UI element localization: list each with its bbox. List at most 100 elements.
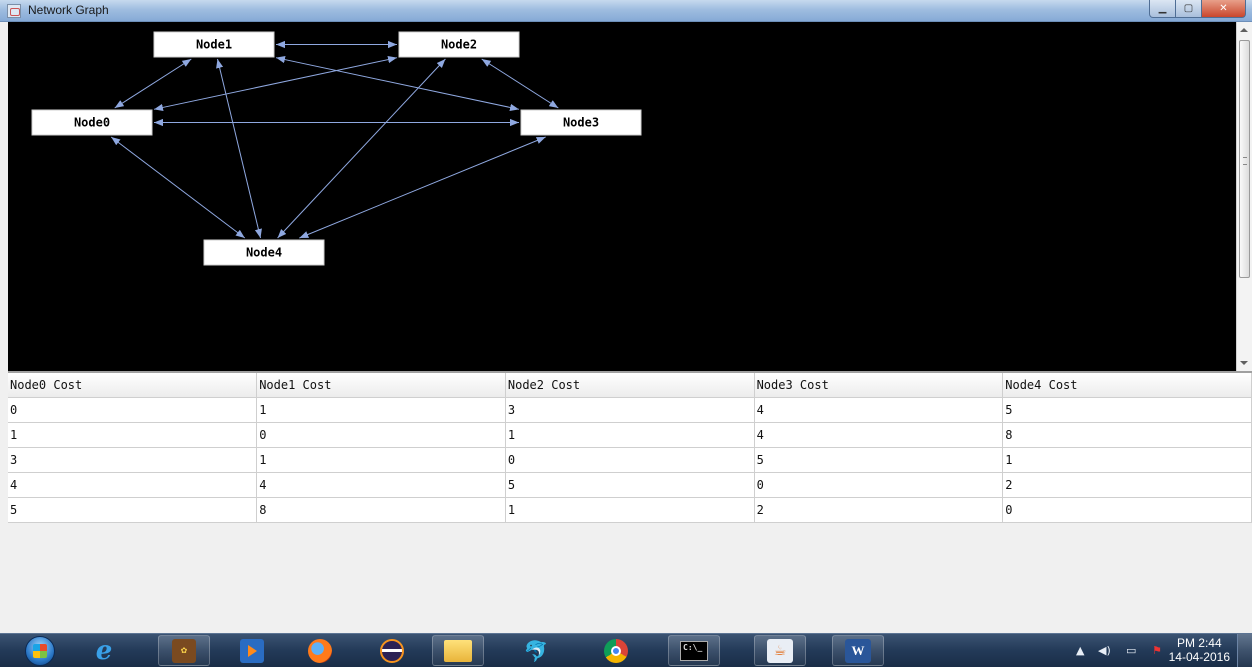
taskbar-internet-explorer[interactable]: e bbox=[78, 635, 130, 666]
graph-edge-node2-node4 bbox=[277, 58, 446, 239]
volume-icon[interactable]: ◀) bbox=[1098, 644, 1111, 657]
table-cell[interactable]: 4 bbox=[754, 422, 1004, 448]
system-tray: ▲ ◀) ▭ ⚑ PM 2:44 14-04-2016 bbox=[1022, 634, 1252, 667]
table-cell[interactable]: 0 bbox=[1002, 497, 1252, 523]
chrome-icon bbox=[604, 638, 628, 663]
graph-node-label: Node4 bbox=[246, 246, 282, 260]
table-cell[interactable]: 1 bbox=[256, 447, 506, 473]
minimize-button[interactable]: ▁ bbox=[1149, 0, 1176, 18]
table-cell[interactable]: 0 bbox=[8, 397, 258, 423]
table-cell[interactable]: 1 bbox=[256, 397, 506, 423]
graph-svg: Node1 Node2 Node0 Node3 Node4 bbox=[31, 31, 642, 266]
java-app-icon bbox=[7, 4, 21, 18]
eclipse-icon bbox=[380, 638, 404, 663]
table-cell[interactable]: 4 bbox=[256, 472, 506, 498]
taskbar-eclipse[interactable] bbox=[366, 635, 418, 666]
table-row[interactable]: 0 1 3 4 5 bbox=[8, 397, 1252, 423]
taskbar-file-explorer[interactable] bbox=[432, 635, 484, 666]
table-cell[interactable]: 0 bbox=[505, 447, 755, 473]
table-cell[interactable]: 5 bbox=[1002, 397, 1252, 423]
taskbar-command-prompt[interactable]: C:\_ bbox=[668, 635, 720, 666]
scroll-thumb[interactable] bbox=[1239, 40, 1250, 278]
graph-edge-node2-node0 bbox=[153, 56, 398, 111]
table-cell[interactable]: 2 bbox=[1002, 472, 1252, 498]
table-row[interactable]: 4 4 5 0 2 bbox=[8, 472, 1252, 498]
table-cell[interactable]: 0 bbox=[256, 422, 506, 448]
folder-icon bbox=[444, 639, 472, 662]
graph-node-label: Node1 bbox=[196, 38, 232, 52]
start-button[interactable] bbox=[14, 635, 66, 666]
title-bar: Network Graph ▁ ▢ ✕ bbox=[0, 0, 1252, 22]
graph-edge-node1-node4 bbox=[216, 58, 262, 239]
graph-node-node3[interactable]: Node3 bbox=[520, 109, 642, 136]
taskbar-chrome[interactable] bbox=[590, 635, 642, 666]
table-cell[interactable]: 1 bbox=[8, 422, 258, 448]
window-title: Network Graph bbox=[28, 3, 109, 17]
show-hidden-icons-icon[interactable]: ▲ bbox=[1076, 644, 1084, 657]
graph-edge-node2-node3 bbox=[481, 58, 559, 109]
taskbar-word[interactable]: W bbox=[832, 635, 884, 666]
netbeans-icon: ✿ bbox=[172, 638, 196, 663]
show-desktop-button[interactable] bbox=[1237, 634, 1252, 667]
table-cell[interactable]: 1 bbox=[1002, 447, 1252, 473]
network-icon[interactable]: ▭ bbox=[1126, 644, 1136, 657]
mysql-dolphin-icon: 🐬 bbox=[523, 638, 549, 663]
scroll-up-arrow-icon[interactable] bbox=[1240, 28, 1248, 32]
table-cell[interactable]: 4 bbox=[8, 472, 258, 498]
taskbar-clock[interactable]: PM 2:44 14-04-2016 bbox=[1169, 636, 1230, 664]
column-header[interactable]: Node1 Cost bbox=[256, 373, 506, 398]
table-cell[interactable]: 5 bbox=[8, 497, 258, 523]
scroll-down-arrow-icon[interactable] bbox=[1240, 361, 1248, 365]
table-header-row: Node0 Cost Node1 Cost Node2 Cost Node3 C… bbox=[8, 373, 1252, 398]
java-icon: ☕ bbox=[767, 638, 793, 663]
taskbar-mysql[interactable]: 🐬 bbox=[510, 635, 562, 666]
firefox-icon bbox=[308, 638, 332, 663]
windows-taskbar: e ✿ 🐬 C:\_ ☕ W ▲ ◀) ▭ ⚑ PM 2:44 14-04-20… bbox=[0, 633, 1252, 667]
table-cell[interactable]: 3 bbox=[505, 397, 755, 423]
table-cell[interactable]: 2 bbox=[754, 497, 1004, 523]
table-cell[interactable]: 5 bbox=[505, 472, 755, 498]
graph-node-label: Node2 bbox=[441, 38, 477, 52]
taskbar-media-player[interactable] bbox=[226, 635, 278, 666]
taskbar-java-app[interactable]: ☕ bbox=[754, 635, 806, 666]
table-cell[interactable]: 8 bbox=[256, 497, 506, 523]
graph-node-label: Node3 bbox=[563, 116, 599, 130]
maximize-button[interactable]: ▢ bbox=[1176, 0, 1202, 18]
graph-node-node1[interactable]: Node1 bbox=[153, 31, 275, 58]
table-cell[interactable]: 4 bbox=[754, 397, 1004, 423]
table-cell[interactable]: 1 bbox=[505, 422, 755, 448]
graph-node-label: Node0 bbox=[74, 116, 110, 130]
close-button[interactable]: ✕ bbox=[1202, 0, 1246, 18]
table-cell[interactable]: 1 bbox=[505, 497, 755, 523]
clock-date: 14-04-2016 bbox=[1168, 650, 1230, 664]
graph-edge-node1-node0 bbox=[114, 58, 192, 109]
media-player-icon bbox=[240, 638, 264, 663]
table-cell[interactable]: 0 bbox=[754, 472, 1004, 498]
column-header[interactable]: Node4 Cost bbox=[1002, 373, 1252, 398]
graph-vertical-scrollbar[interactable] bbox=[1236, 22, 1252, 371]
column-header[interactable]: Node0 Cost bbox=[8, 373, 258, 398]
network-graph-canvas: Node1 Node2 Node0 Node3 Node4 bbox=[8, 22, 1236, 371]
column-header[interactable]: Node2 Cost bbox=[505, 373, 755, 398]
table-cell[interactable]: 8 bbox=[1002, 422, 1252, 448]
table-cell[interactable]: 3 bbox=[8, 447, 258, 473]
taskbar-firefox[interactable] bbox=[294, 635, 346, 666]
graph-node-node0[interactable]: Node0 bbox=[31, 109, 153, 136]
graph-node-node2[interactable]: Node2 bbox=[398, 31, 520, 58]
graph-node-node4[interactable]: Node4 bbox=[203, 239, 325, 266]
internet-explorer-icon: e bbox=[95, 635, 113, 666]
cost-table-panel: Node0 Cost Node1 Cost Node2 Cost Node3 C… bbox=[8, 371, 1252, 633]
table-row[interactable]: 5 8 1 2 0 bbox=[8, 497, 1252, 523]
action-center-flag-icon[interactable]: ⚑ bbox=[1152, 644, 1162, 657]
table-row[interactable]: 3 1 0 5 1 bbox=[8, 447, 1252, 473]
word-icon: W bbox=[845, 638, 871, 663]
graph-edge-node1-node3 bbox=[275, 56, 520, 111]
command-prompt-icon: C:\_ bbox=[680, 640, 708, 661]
table-cell[interactable]: 5 bbox=[754, 447, 1004, 473]
table-row[interactable]: 1 0 1 4 8 bbox=[8, 422, 1252, 448]
window-controls: ▁ ▢ ✕ bbox=[1149, 0, 1246, 18]
cost-table: Node0 Cost Node1 Cost Node2 Cost Node3 C… bbox=[8, 373, 1252, 523]
graph-edge-node0-node4 bbox=[110, 136, 246, 239]
taskbar-netbeans[interactable]: ✿ bbox=[158, 635, 210, 666]
column-header[interactable]: Node3 Cost bbox=[754, 373, 1004, 398]
